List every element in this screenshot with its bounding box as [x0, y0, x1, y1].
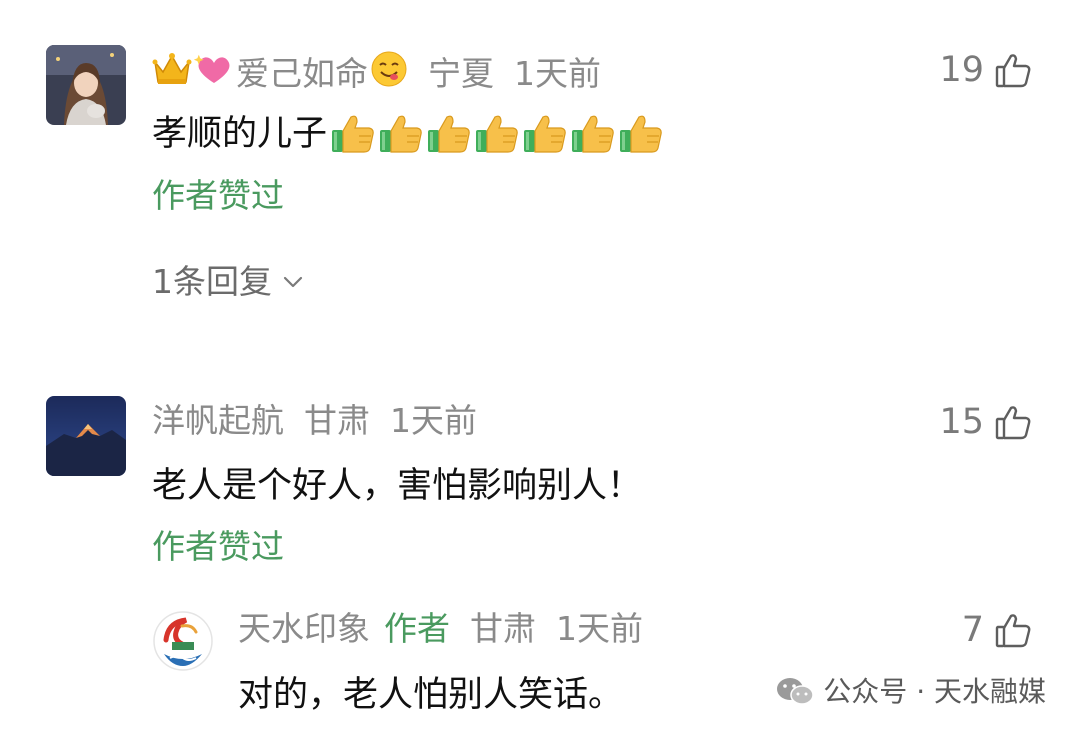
- avatar-tianshui-logo: [152, 610, 214, 672]
- reply-username[interactable]: 天水印象: [238, 609, 370, 649]
- watermark-text: 公众号 · 天水融媒: [823, 675, 1046, 708]
- comment-text: 孝顺的儿子: [152, 112, 665, 156]
- comment-time: 1天前: [514, 53, 601, 93]
- comment-meta: 爱己如命 宁夏 1天前: [152, 50, 601, 97]
- avatar[interactable]: [46, 396, 126, 476]
- reply-text-content: 对的，老人怕别人笑话。: [238, 675, 624, 715]
- avatar-girl-image: [46, 45, 126, 125]
- author-liked-label: 作者赞过: [152, 527, 284, 566]
- author-liked-label: 作者赞过: [152, 176, 284, 215]
- chevron-down-icon: [283, 276, 303, 288]
- reply-time: 1天前: [556, 609, 643, 648]
- sparkling-heart-icon: [193, 52, 234, 95]
- comment-meta: 洋帆起航 甘肃 1天前: [152, 401, 477, 441]
- like-count: 7: [961, 610, 984, 650]
- like-button[interactable]: 19: [939, 50, 1032, 90]
- avatar[interactable]: [46, 45, 126, 125]
- thumbs-up-outline-icon: [995, 614, 1031, 648]
- thumbs-up-outline-icon: [995, 406, 1031, 440]
- like-count: 19: [939, 50, 984, 90]
- thumbs-up-emoji-icon: [332, 115, 374, 153]
- comment-location: 甘肃: [304, 401, 370, 440]
- thumbs-up-emoji-icon: [572, 115, 614, 153]
- crown-icon: [152, 52, 192, 95]
- replies-label: 1条回复: [152, 262, 272, 301]
- like-button[interactable]: 7: [962, 610, 1032, 650]
- comment-username[interactable]: 洋帆起航: [152, 401, 284, 441]
- thumbs-up-emoji-row: [329, 112, 665, 156]
- reply-meta: 天水印象 作者 甘肃 1天前: [238, 609, 643, 649]
- author-badge: 作者: [384, 609, 450, 648]
- avatar-mountain-image: [46, 396, 126, 476]
- wechat-icon: [777, 678, 815, 705]
- comment-username[interactable]: 爱己如命: [236, 54, 368, 94]
- thumbs-up-emoji-icon: [428, 115, 470, 153]
- avatar[interactable]: [152, 610, 214, 672]
- thumbs-up-emoji-icon: [524, 115, 566, 153]
- comment-text: 老人是个好人，害怕影响别人！: [152, 464, 642, 508]
- comment-text-content: 孝顺的儿子: [152, 114, 328, 154]
- reply-text: 对的，老人怕别人笑话。: [238, 673, 623, 717]
- thumbs-up-emoji-icon: [476, 115, 518, 153]
- like-count: 15: [939, 402, 984, 442]
- thumbs-up-emoji-icon: [380, 115, 422, 153]
- comment-time: 1天前: [390, 401, 477, 440]
- comment-text-content: 老人是个好人，害怕影响别人！: [152, 466, 643, 506]
- like-button[interactable]: 15: [939, 402, 1032, 442]
- watermark: 公众号 · 天水融媒: [775, 674, 1046, 710]
- thumbs-up-emoji-icon: [620, 115, 662, 153]
- yum-face-icon: [370, 50, 408, 97]
- comment-location: 宁夏: [428, 53, 494, 93]
- thumbs-up-outline-icon: [995, 54, 1031, 88]
- view-replies-button[interactable]: 1条回复: [152, 262, 306, 302]
- reply-location: 甘肃: [470, 609, 536, 648]
